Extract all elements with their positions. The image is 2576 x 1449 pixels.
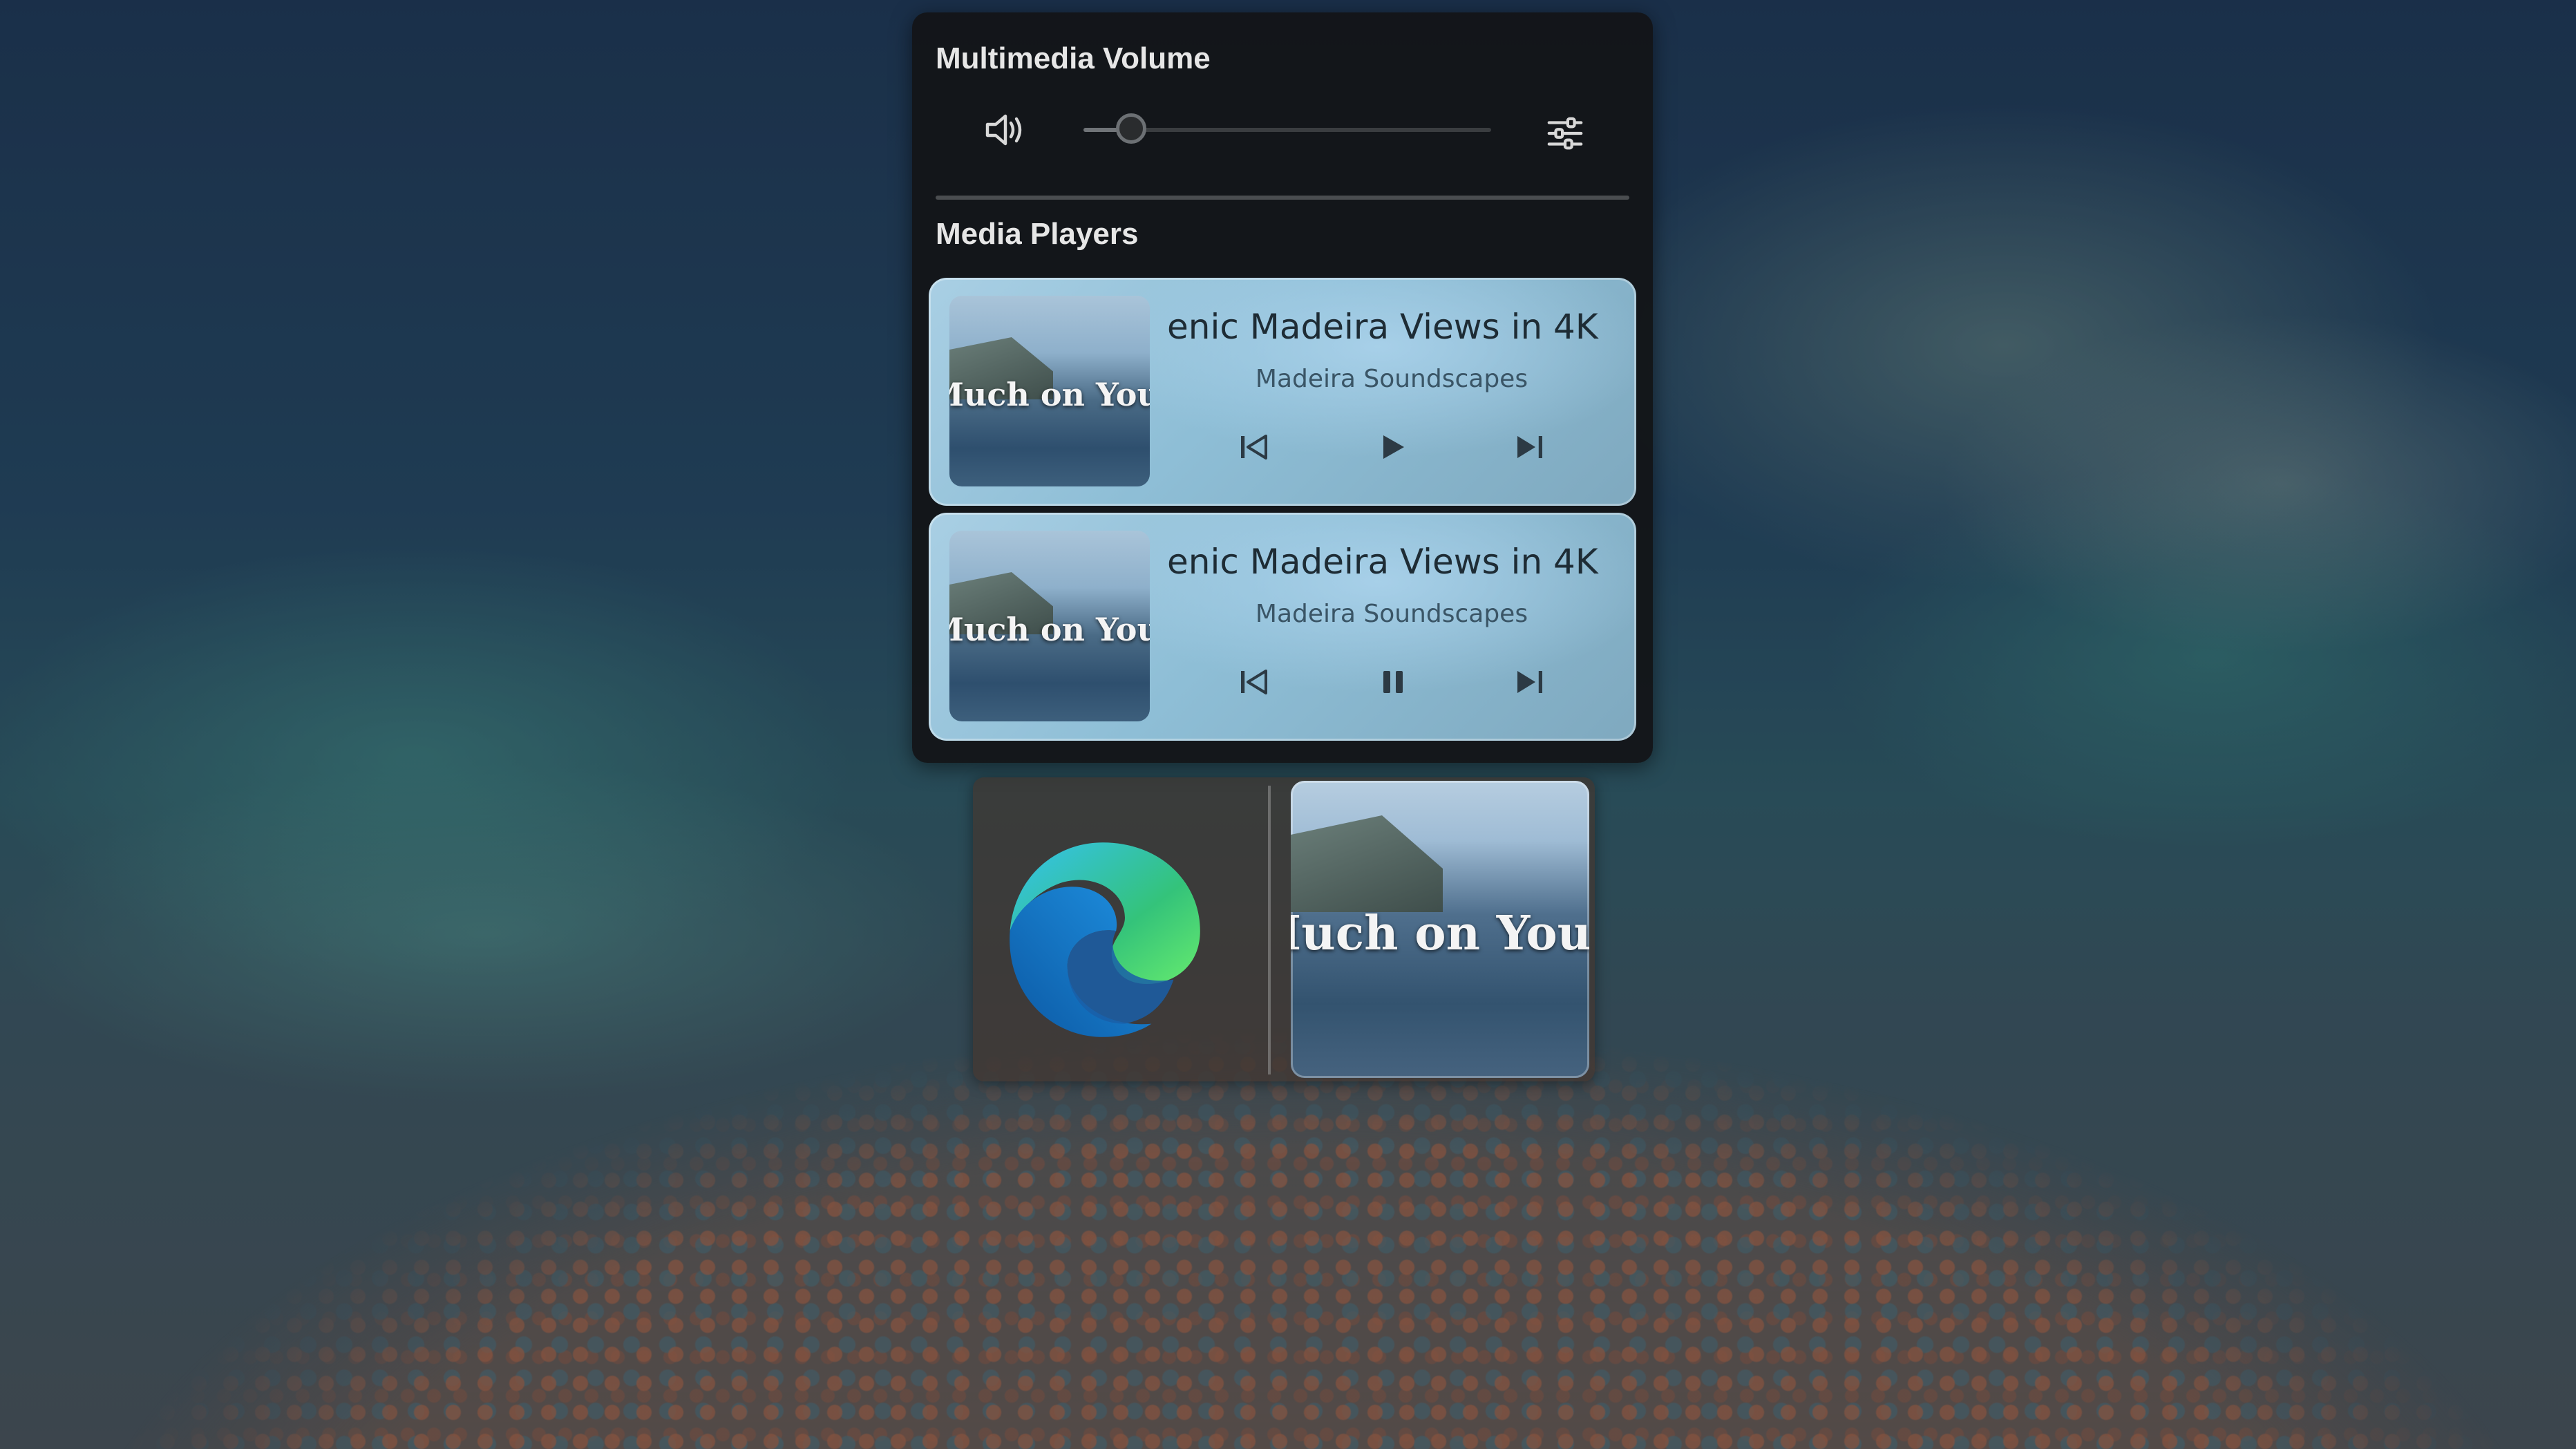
mixer-sliders-icon [1547, 117, 1583, 150]
volume-slider[interactable] [1083, 113, 1491, 147]
track-artist: Madeira Soundscapes [1255, 600, 1528, 628]
volume-flyout: Multimedia Volume Media Players uch on Y… [912, 12, 1653, 763]
preview-text: Much on Your Mind? [1291, 906, 1589, 961]
thumbnail-text: Much on Your Mind? [949, 611, 1150, 648]
preview-coastline [1291, 815, 1443, 912]
previous-track-icon [1241, 670, 1267, 694]
previous-track-button[interactable] [1226, 419, 1281, 475]
volume-section-title: Multimedia Volume [936, 41, 1211, 75]
play-button[interactable] [1365, 419, 1421, 475]
volume-slider-thumb[interactable] [1116, 113, 1146, 144]
track-artist: Madeira Soundscapes [1255, 365, 1528, 393]
thumbnail-divider [1268, 786, 1271, 1074]
pause-icon [1383, 671, 1403, 693]
media-thumbnail[interactable]: Much on Your Mind? [949, 296, 1150, 486]
play-icon [1383, 435, 1404, 459]
next-track-icon [1517, 436, 1542, 458]
track-title: enic Madeira Views in 4K [1167, 542, 1598, 582]
media-player-card: Much on Your Mind? enic Madeira Views in… [929, 278, 1636, 506]
track-title: enic Madeira Views in 4K [1167, 307, 1598, 347]
microsoft-edge-icon[interactable] [992, 829, 1213, 1050]
media-player-card: Much on Your Mind? enic Madeira Views in… [929, 513, 1636, 741]
next-track-icon [1517, 671, 1542, 693]
pause-button[interactable] [1365, 654, 1421, 710]
next-track-button[interactable] [1502, 654, 1557, 710]
media-players-title: Media Players [936, 217, 1139, 251]
media-thumbnail[interactable]: Much on Your Mind? [949, 531, 1150, 721]
previous-track-button[interactable] [1226, 654, 1281, 710]
mute-button[interactable] [978, 102, 1033, 158]
thumbnail-text: Much on Your Mind? [949, 376, 1150, 413]
speaker-icon [985, 114, 1022, 146]
window-preview[interactable]: Much on Your Mind? [1291, 781, 1589, 1078]
volume-mixer-button[interactable] [1541, 109, 1589, 158]
previous-track-icon [1241, 435, 1267, 460]
next-track-button[interactable] [1502, 419, 1557, 475]
taskbar-thumbnail-popup: Much on Your Mind? [973, 777, 1595, 1081]
section-divider [936, 196, 1629, 200]
